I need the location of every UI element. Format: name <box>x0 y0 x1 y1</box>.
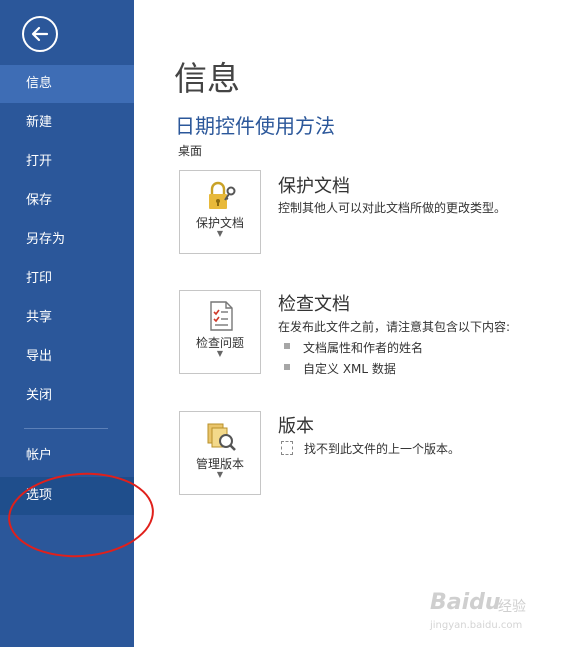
dropdown-caret-icon: ▼ <box>216 229 224 238</box>
checklist-icon <box>210 301 233 331</box>
protect-section-description: 控制其他人可以对此文档所做的更改类型。 <box>278 201 507 215</box>
nav-share[interactable]: 共享 <box>0 299 134 337</box>
nav-close[interactable]: 关闭 <box>0 377 134 415</box>
inspect-item-xml: 自定义 XML 数据 <box>303 362 396 376</box>
page-title: 信息 <box>174 59 240 98</box>
inspect-section-title: 检查文档 <box>278 294 350 315</box>
lock-key-icon <box>209 181 236 209</box>
nav-account[interactable]: 帐户 <box>0 437 134 475</box>
nav-open[interactable]: 打开 <box>0 143 134 181</box>
protect-section-title: 保护文档 <box>278 176 350 197</box>
inspect-section-description: 在发布此文件之前，请注意其包含以下内容: <box>278 320 511 334</box>
check-issues-button[interactable]: 检查问题 ▼ <box>179 290 261 374</box>
document-page-icon <box>281 441 293 455</box>
nav-export[interactable]: 导出 <box>0 338 134 376</box>
back-button[interactable] <box>22 16 58 52</box>
back-arrow-icon <box>31 26 49 42</box>
dropdown-caret-icon: ▼ <box>216 349 224 358</box>
nav-info[interactable]: 信息 <box>0 65 134 103</box>
sidebar-divider <box>24 428 108 429</box>
watermark-sub-text: 经验 <box>498 599 526 615</box>
versions-section-description: 找不到此文件的上一个版本。 <box>304 442 461 456</box>
nav-save[interactable]: 保存 <box>0 182 134 220</box>
manage-versions-button[interactable]: 管理版本 ▼ <box>179 411 261 495</box>
bullet-icon <box>284 364 290 370</box>
document-title: 日期控件使用方法 <box>175 114 335 138</box>
watermark-url: jingyan.baidu.com <box>430 620 523 631</box>
nav-print[interactable]: 打印 <box>0 260 134 298</box>
document-location: 桌面 <box>178 144 203 158</box>
baidu-watermark: Baidu 经验 jingyan.baidu.com <box>424 590 556 636</box>
nav-save-as[interactable]: 另存为 <box>0 221 134 259</box>
watermark-logo-text: Baidu <box>430 590 501 615</box>
versions-section-title: 版本 <box>278 416 314 437</box>
nav-new[interactable]: 新建 <box>0 104 134 142</box>
versions-magnifier-icon <box>207 423 236 451</box>
bullet-icon <box>284 343 290 349</box>
dropdown-caret-icon: ▼ <box>216 470 224 479</box>
inspect-item-properties: 文档属性和作者的姓名 <box>303 341 424 355</box>
protect-document-button[interactable]: 保护文档 ▼ <box>179 170 261 254</box>
